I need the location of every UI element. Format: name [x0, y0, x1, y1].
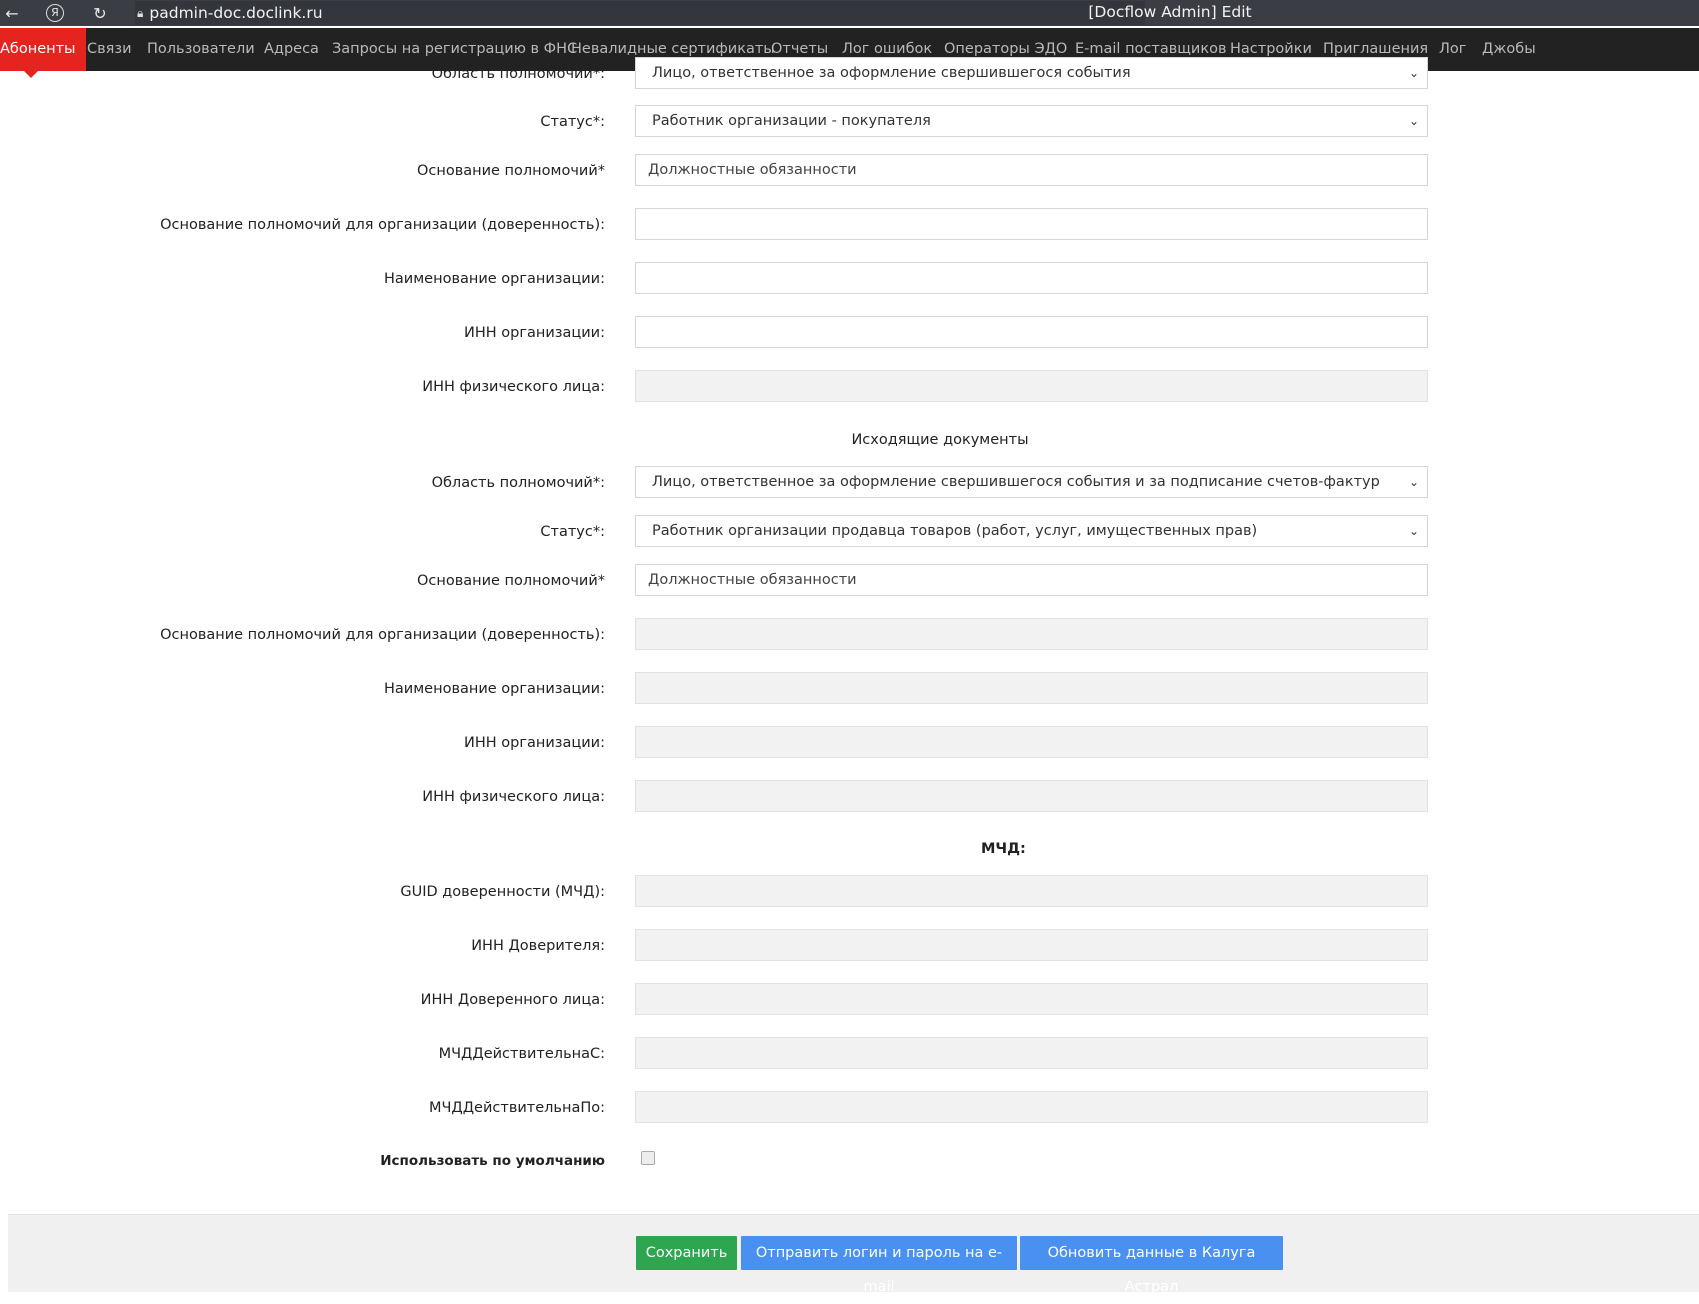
incoming-org-inn-input[interactable]: [635, 316, 1428, 348]
mchd-valid-from-row: МЧДДействительнаС:: [0, 1037, 1699, 1071]
outgoing-org-inn-label: ИНН организации:: [464, 735, 605, 751]
mchd-principal-inn-label: ИНН Доверителя:: [471, 938, 605, 954]
address-url: padmin-doc.doclink.ru: [149, 4, 323, 22]
chevron-down-icon: ⌄: [1408, 475, 1419, 489]
lock-icon: 🔒︎: [137, 5, 144, 20]
mchd-valid-from-input: [635, 1037, 1428, 1069]
incoming-person-inn-row: ИНН физического лица:: [0, 370, 1699, 404]
incoming-scope-value: Лицо, ответственное за оформление сверши…: [652, 65, 1131, 81]
incoming-person-inn-input: [635, 370, 1428, 402]
save-button[interactable]: Сохранить: [636, 1236, 737, 1270]
back-arrow-icon[interactable]: ←: [0, 1, 24, 25]
mchd-guid-input: [635, 875, 1428, 907]
chevron-down-icon: ⌄: [1408, 114, 1419, 128]
outgoing-basis-row: Основание полномочий* Должностные обязан…: [0, 564, 1699, 598]
mchd-valid-to-label: МЧДДействительнаПо:: [428, 1100, 605, 1116]
mchd-trustee-inn-input: [635, 983, 1428, 1015]
outgoing-org-basis-input: [635, 618, 1428, 650]
incoming-org-basis-input[interactable]: [635, 208, 1428, 240]
outgoing-org-name-label: Наименование организации:: [384, 681, 605, 697]
outgoing-status-row: Статус*: Работник организации продавца т…: [0, 515, 1699, 549]
reload-icon[interactable]: ↻: [88, 1, 112, 25]
outgoing-person-inn-input: [635, 780, 1428, 812]
mchd-trustee-inn-label: ИНН Доверенного лица:: [420, 992, 605, 1008]
outgoing-org-basis-label: Основание полномочий для организации (до…: [160, 627, 605, 643]
outgoing-scope-select[interactable]: Лицо, ответственное за оформление сверши…: [635, 466, 1428, 498]
incoming-status-row: Статус*: Работник организации - покупате…: [0, 105, 1699, 139]
incoming-org-inn-row: ИНН организации:: [0, 316, 1699, 350]
incoming-basis-input[interactable]: Должностные обязанности: [635, 154, 1428, 186]
outgoing-status-select[interactable]: Работник организации продавца товаров (р…: [635, 515, 1428, 547]
page-title: [Docflow Admin] Edit: [1088, 3, 1252, 21]
outgoing-section-title: Исходящие документы: [851, 432, 1029, 448]
incoming-status-select[interactable]: Работник организации - покупателя ⌄: [635, 105, 1428, 137]
mchd-valid-from-label: МЧДДействительнаС:: [438, 1046, 605, 1062]
mchd-principal-inn-input: [635, 929, 1428, 961]
nav-item-label: Абоненты: [0, 41, 76, 57]
mchd-valid-to-row: МЧДДействительнаПо:: [0, 1091, 1699, 1125]
chevron-down-icon: ⌄: [1408, 524, 1419, 538]
incoming-status-value: Работник организации - покупателя: [652, 113, 931, 129]
outgoing-status-label: Статус*:: [540, 524, 605, 540]
yandex-icon[interactable]: Я: [43, 1, 67, 25]
outgoing-basis-label: Основание полномочий*: [416, 573, 605, 589]
mchd-section-title-text: МЧД:: [981, 841, 1026, 857]
incoming-org-basis-row: Основание полномочий для организации (до…: [0, 208, 1699, 242]
default-row: Использовать по умолчанию: [0, 1144, 1699, 1178]
incoming-scope-select[interactable]: Лицо, ответственное за оформление сверши…: [635, 57, 1428, 89]
incoming-person-inn-label: ИНН физического лица:: [422, 379, 605, 395]
incoming-scope-row: Область полномочий*: Лицо, ответственное…: [0, 57, 1699, 91]
incoming-status-label: Статус*:: [540, 114, 605, 130]
send-login-button[interactable]: Отправить логин и пароль на e-mail: [741, 1236, 1017, 1295]
outgoing-org-basis-row: Основание полномочий для организации (до…: [0, 618, 1699, 652]
outgoing-org-name-row: Наименование организации:: [0, 672, 1699, 706]
address-bar[interactable]: 🔒︎ padmin-doc.doclink.ru: [135, 1, 1145, 25]
default-checkbox[interactable]: [641, 1151, 655, 1165]
outgoing-org-inn-input: [635, 726, 1428, 758]
incoming-org-name-label: Наименование организации:: [384, 271, 605, 287]
mchd-guid-label: GUID доверенности (МЧД):: [400, 884, 605, 900]
browser-toolbar: ← Я ↻ 🔒︎ padmin-doc.doclink.ru [Docflow …: [0, 0, 1699, 26]
incoming-org-name-row: Наименование организации:: [0, 262, 1699, 296]
chevron-down-icon: ⌄: [1408, 66, 1419, 80]
outgoing-scope-row: Область полномочий*: Лицо, ответственное…: [0, 466, 1699, 500]
incoming-org-basis-label: Основание полномочий для организации (до…: [160, 217, 605, 233]
update-kaluga-button[interactable]: Обновить данные в Калуга Астрал: [1020, 1236, 1283, 1295]
incoming-basis-row: Основание полномочий* Должностные обязан…: [0, 154, 1699, 188]
mchd-trustee-inn-row: ИНН Доверенного лица:: [0, 983, 1699, 1017]
incoming-scope-label: Область полномочий*:: [431, 66, 605, 82]
incoming-basis-label: Основание полномочий*: [416, 163, 605, 179]
outgoing-scope-label: Область полномочий*:: [431, 475, 605, 491]
default-label: Использовать по умолчанию: [380, 1153, 605, 1169]
outgoing-status-value: Работник организации продавца товаров (р…: [652, 523, 1258, 539]
outgoing-org-inn-row: ИНН организации:: [0, 726, 1699, 760]
nav-gap: [0, 26, 1699, 28]
outgoing-scope-value: Лицо, ответственное за оформление сверши…: [652, 474, 1380, 490]
mchd-principal-inn-row: ИНН Доверителя:: [0, 929, 1699, 963]
outgoing-basis-input[interactable]: Должностные обязанности: [635, 564, 1428, 596]
incoming-org-inn-label: ИНН организации:: [464, 325, 605, 341]
outgoing-person-inn-row: ИНН физического лица:: [0, 780, 1699, 814]
mchd-guid-row: GUID доверенности (МЧД):: [0, 875, 1699, 909]
outgoing-person-inn-label: ИНН физического лица:: [422, 789, 605, 805]
mchd-valid-to-input: [635, 1091, 1428, 1123]
outgoing-org-name-input: [635, 672, 1428, 704]
incoming-org-name-input[interactable]: [635, 262, 1428, 294]
